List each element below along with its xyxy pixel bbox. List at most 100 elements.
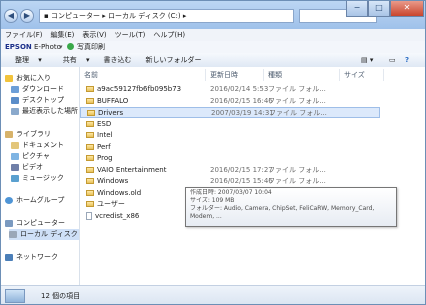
sidebar-label: ビデオ — [22, 163, 43, 171]
epson-app-label[interactable]: E-Photo — [34, 41, 61, 53]
pictures-icon — [11, 152, 19, 160]
item-count: 12 個の項目 — [41, 292, 81, 300]
sidebar-item-local-disk[interactable]: ローカル ディスク (C — [9, 229, 88, 240]
file-name: Windows — [86, 176, 128, 187]
minimize-button[interactable]: − — [346, 1, 368, 17]
sidebar-label: ローカル ディスク (C — [20, 230, 88, 238]
file-date: 2016/02/14 5:53 — [210, 85, 269, 93]
file-name-text: Windows.old — [97, 188, 142, 197]
folder-icon — [86, 189, 94, 196]
explorer-window: ◀ ▶ ▪ コンピューター ▸ ローカル ディスク (C:) ▸ − □ ✕ フ… — [0, 0, 426, 305]
file-row[interactable]: VAIO Entertainment 2016/02/15 17:27 ファイル フ… — [80, 165, 380, 176]
sidebar-item-homegroup[interactable]: ホームグループ — [5, 195, 64, 206]
sidebar-item-videos[interactable]: ビデオ — [11, 162, 43, 173]
sidebar-item-desktop[interactable]: デスクトップ — [11, 95, 64, 106]
tooltip-created: 作成日時: 2007/03/07 10:04 — [190, 189, 272, 196]
forward-button[interactable]: ▶ — [20, 9, 34, 23]
file-name: a9ac59127fb6fb095b73 — [86, 84, 181, 95]
file-row[interactable]: Intel — [80, 130, 380, 141]
new-folder-button[interactable]: 新しいフォルダー — [139, 53, 209, 67]
folder-icon — [86, 97, 94, 104]
star-icon — [5, 74, 13, 82]
sidebar-item-recent[interactable]: 最近表示した場所 — [11, 106, 78, 117]
column-header-type[interactable]: 種類 — [264, 69, 340, 81]
sidebar-label: デスクトップ — [22, 96, 64, 104]
dropdown-icon[interactable]: ▾ — [59, 41, 63, 53]
videos-icon — [11, 163, 19, 171]
file-name: Perf — [86, 142, 111, 153]
navigation-pane: お気に入り ダウンロード デスクトップ 最近表示した場所 ライブラリ ドキュメン… — [1, 67, 88, 285]
file-row[interactable]: ESD — [80, 119, 380, 130]
address-bar[interactable]: ▪ コンピューター ▸ ローカル ディスク (C:) ▸ — [39, 9, 294, 23]
downloads-folder-icon — [11, 85, 19, 93]
sidebar-label: ライブラリ — [16, 130, 51, 138]
documents-icon — [11, 141, 19, 149]
breadcrumb-computer[interactable]: コンピューター — [51, 12, 100, 20]
epson-logo: EPSON — [5, 43, 32, 51]
library-icon — [5, 130, 13, 138]
sidebar-item-documents[interactable]: ドキュメント — [11, 140, 64, 151]
file-date: 2016/02/15 16:46 — [210, 96, 273, 105]
file-type: ファイル フォル... — [268, 177, 326, 185]
file-row[interactable]: Windows 2016/02/15 15:46 ファイル フォル... — [80, 176, 380, 187]
sidebar-item-downloads[interactable]: ダウンロード — [11, 84, 64, 95]
folder-info-tooltip: 作成日時: 2007/03/07 10:04 サイズ: 109 MB フォルダー… — [185, 187, 397, 227]
column-header-name[interactable]: 名前 — [80, 69, 206, 81]
sidebar-item-music[interactable]: ミュージック — [11, 173, 64, 184]
folder-icon — [86, 155, 94, 161]
menu-help[interactable]: ヘルプ(H) — [149, 29, 189, 41]
menu-file[interactable]: ファイル(F) — [1, 29, 47, 41]
sidebar-item-computer[interactable]: コンピューター — [5, 218, 65, 229]
sidebar-item-libraries[interactable]: ライブラリ — [5, 129, 51, 140]
column-header-date[interactable]: 更新日時 — [206, 69, 264, 81]
folder-icon — [86, 201, 94, 207]
file-type: ファイル フォル... — [268, 165, 326, 174]
drive-icon — [9, 230, 17, 238]
sidebar-label: ドキュメント — [22, 141, 64, 149]
file-row[interactable]: Drivers 2007/03/19 14:31 ファイル フォル... — [80, 107, 380, 118]
file-list: 名前 更新日時 種類 サイズ a9ac59127fb6fb095b73 2016/… — [80, 67, 425, 285]
burn-button[interactable]: 書き込む — [97, 53, 139, 67]
column-header-size[interactable]: サイズ — [340, 69, 384, 81]
sidebar-label: ダウンロード — [22, 85, 64, 93]
sidebar-item-favorites[interactable]: お気に入り — [5, 73, 51, 84]
sidebar-item-pictures[interactable]: ピクチャ — [11, 151, 50, 162]
breadcrumb-local-disk[interactable]: ローカル ディスク (C:) — [108, 12, 181, 20]
file-name-text: Prog — [97, 154, 113, 162]
sidebar-item-network[interactable]: ネットワーク — [5, 252, 58, 263]
photo-print-button[interactable]: 写真印刷 — [77, 41, 105, 53]
back-button[interactable]: ◀ — [4, 9, 18, 23]
maximize-button[interactable]: □ — [368, 1, 390, 17]
folder-icon — [87, 110, 95, 116]
desktop-icon — [11, 96, 19, 104]
file-name: BUFFALO — [86, 96, 128, 107]
menu-tools[interactable]: ツール(T) — [111, 29, 150, 41]
close-button[interactable]: ✕ — [390, 1, 424, 17]
file-name-text: VAIO Entertainment — [97, 165, 167, 174]
preview-pane-icon[interactable]: ▭ — [389, 53, 396, 67]
computer-icon — [5, 219, 13, 227]
help-icon[interactable]: ? — [405, 53, 409, 67]
view-options-icon[interactable]: ▤ ▾ — [361, 53, 373, 67]
file-name-text: BUFFALO — [97, 96, 129, 105]
breadcrumb-separator-icon: ▸ — [182, 12, 187, 20]
folder-icon — [86, 132, 94, 138]
file-name: Windows.old — [86, 188, 141, 199]
file-row[interactable]: Perf — [80, 142, 380, 153]
menu-view[interactable]: 表示(V) — [78, 29, 110, 41]
file-name: Intel — [86, 130, 113, 141]
file-row[interactable]: Prog — [80, 153, 380, 164]
recent-places-icon — [11, 107, 19, 115]
folder-icon — [86, 143, 94, 150]
title-bar: ◀ ▶ ▪ コンピューター ▸ ローカル ディスク (C:) ▸ − □ ✕ — [1, 1, 425, 29]
file-row[interactable]: BUFFALO 2016/02/15 16:46 ファイル フォル... — [80, 96, 380, 107]
file-date: 2016/02/15 17:27 — [210, 165, 273, 174]
organize-button[interactable]: 整理 ▾ — [1, 53, 49, 67]
menu-edit[interactable]: 編集(E) — [47, 29, 79, 41]
sidebar-label: ホームグループ — [16, 196, 65, 204]
file-name: vcredist_x86 — [86, 211, 139, 222]
sidebar-label: ミュージック — [22, 174, 64, 182]
share-button[interactable]: 共有 ▾ — [49, 53, 97, 67]
file-row[interactable]: a9ac59127fb6fb095b73 2016/02/14 5:53 ファイル … — [80, 84, 380, 95]
music-icon — [11, 174, 19, 182]
